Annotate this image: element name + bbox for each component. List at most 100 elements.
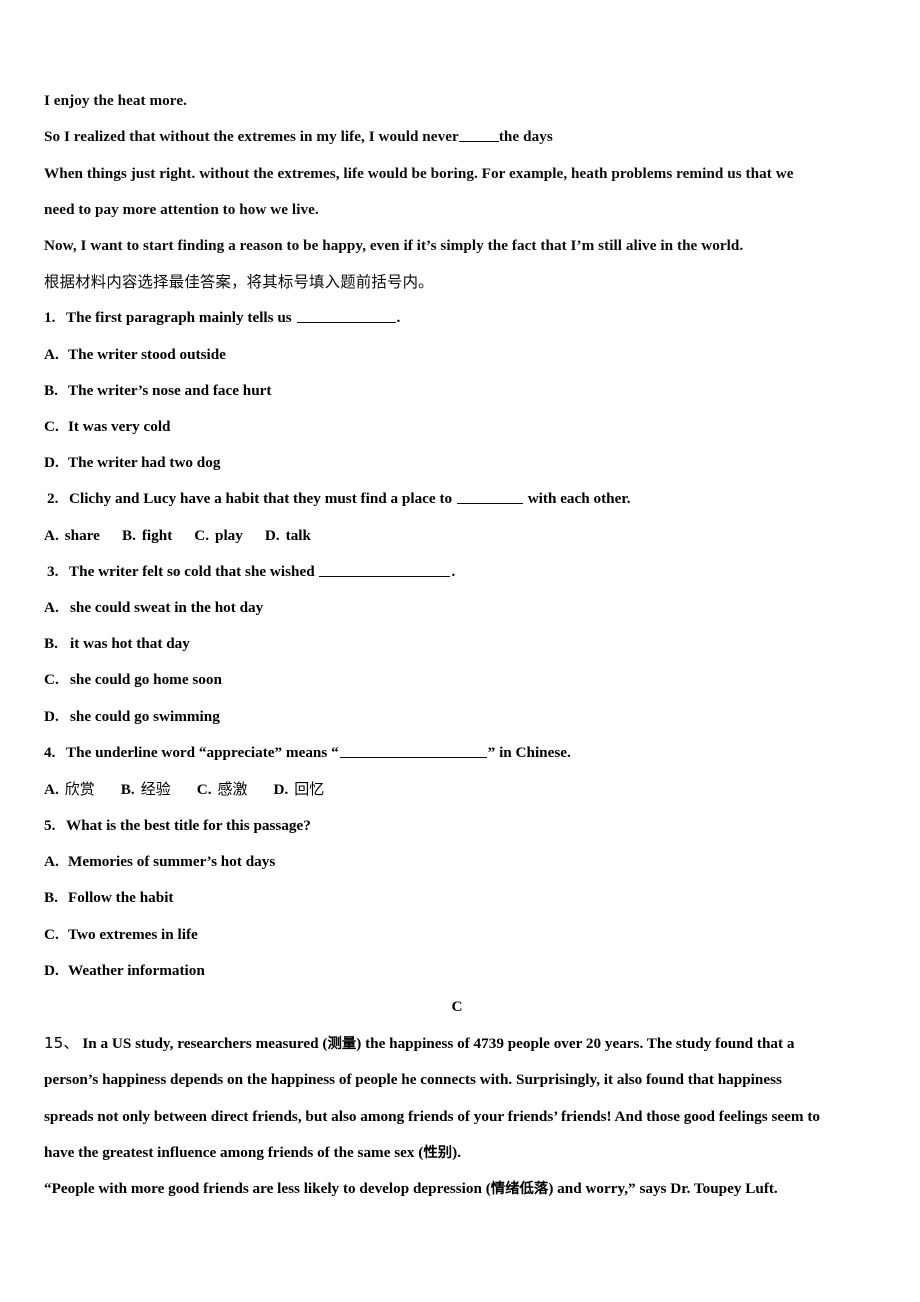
question-1-option-b[interactable]: B. The writer’s nose and face hurt — [44, 382, 880, 400]
question-2-option-a[interactable]: A. share — [44, 527, 100, 545]
option-text: she could sweat in the hot day — [70, 598, 264, 616]
question-4-text-tail: ” in Chinese. — [487, 743, 571, 761]
question-5-stem: 5. What is the best title for this passag… — [44, 817, 880, 835]
option-label: D. — [264, 526, 280, 544]
option-label: A. — [44, 853, 59, 871]
option-text: It was very cold — [68, 418, 171, 436]
option-label: A. — [44, 598, 59, 616]
option-label: C. — [44, 925, 59, 943]
question-3-option-a[interactable]: A. she could sweat in the hot day — [44, 599, 880, 617]
question-15-line-5-a: “People with more good friends are less … — [44, 1180, 491, 1198]
option-text: 感激 — [217, 779, 248, 798]
question-1-option-d[interactable]: D. The writer had two dog — [44, 454, 880, 472]
question-3-text-tail: . — [451, 562, 456, 580]
option-label: B. — [121, 526, 136, 544]
question-4-option-c[interactable]: C. 感激 — [197, 780, 248, 799]
question-2-text-tail: with each other. — [527, 490, 631, 508]
question-2-option-d[interactable]: D. talk — [265, 527, 311, 545]
option-text: Two extremes in life — [68, 925, 198, 943]
option-label: D. — [44, 961, 59, 979]
document-page: I enjoy the heat more. So I realized tha… — [0, 0, 920, 1302]
question-5-number: 5. — [44, 817, 56, 835]
question-3-text: The writer felt so cold that she wished — [69, 562, 315, 580]
option-text: 欣赏 — [64, 779, 95, 798]
question-5-option-d[interactable]: D. Weather information — [44, 962, 880, 980]
question-15-line-4-b: ). — [452, 1143, 462, 1161]
passage-line-2: So I realized that without the extremes … — [44, 128, 880, 146]
option-text: fight — [141, 526, 173, 544]
question-3-stem: 3. The writer felt so cold that she wishe… — [44, 563, 880, 581]
question-1-text: The first paragraph mainly tells us — [66, 309, 292, 327]
question-4-text: The underline word “appreciate” means “ — [66, 743, 339, 761]
passage-line-5: Now, I want to start finding a reason to… — [44, 237, 744, 255]
question-4-option-d[interactable]: D. 回忆 — [274, 780, 325, 799]
option-text: it was hot that day — [70, 635, 190, 653]
question-5-option-c[interactable]: C. Two extremes in life — [44, 926, 880, 944]
question-1-blank[interactable] — [296, 309, 396, 324]
reading-passage: I enjoy the heat more. So I realized tha… — [44, 92, 880, 255]
question-1-option-c[interactable]: C. It was very cold — [44, 418, 880, 436]
option-label: B. — [44, 381, 58, 399]
option-text: 经验 — [140, 779, 171, 798]
question-4-options: A. 欣赏 B. 经验 C. 感激 D. 回忆 — [44, 780, 880, 799]
option-label: B. — [120, 780, 135, 798]
question-15-line-5-cjk: 情绪低落 — [490, 1181, 549, 1198]
option-label: D. — [44, 707, 59, 725]
question-3-option-b[interactable]: B. it was hot that day — [44, 635, 880, 653]
question-2-option-b[interactable]: B. fight — [122, 527, 172, 545]
question-15-line-4-a: have the greatest influence among friend… — [44, 1143, 424, 1161]
question-15-number: 15、 — [44, 1034, 79, 1053]
option-text: share — [64, 526, 100, 544]
question-3-blank[interactable] — [319, 563, 451, 577]
question-2-text: Clichy and Lucy have a habit that they m… — [69, 490, 453, 508]
option-label: C. — [44, 671, 59, 689]
question-1-stem: 1. The first paragraph mainly tells us . — [44, 309, 880, 327]
passage-inline-blank[interactable] — [458, 128, 499, 143]
question-1-option-a[interactable]: A. The writer stood outside — [44, 346, 880, 364]
passage-line-3: When things just right. without the extr… — [44, 164, 794, 182]
question-3-option-c[interactable]: C. she could go home soon — [44, 671, 880, 689]
option-text: 回忆 — [294, 779, 325, 798]
passage-line-4: need to pay more attention to how we liv… — [44, 200, 319, 218]
question-15-line-1-a: In a US study, researchers measured ( — [82, 1035, 328, 1053]
option-text: Follow the habit — [68, 889, 174, 907]
question-15-line-5-b: ) and worry,” says Dr. Toupey Luft. — [548, 1180, 778, 1198]
question-4-option-a[interactable]: A. 欣赏 — [44, 780, 95, 799]
option-label: B. — [44, 635, 58, 653]
question-15-line-3: spreads not only between direct friends,… — [44, 1107, 820, 1125]
option-text: The writer had two dog — [68, 454, 221, 472]
question-1-text-tail: . — [396, 309, 401, 327]
question-2-options: A. share B. fight C. play D. talk — [44, 527, 880, 545]
option-label: D. — [273, 780, 289, 798]
option-label: C. — [194, 526, 210, 544]
question-15-line-2: person’s happiness depends on the happin… — [44, 1071, 782, 1089]
document-content: I enjoy the heat more. So I realized tha… — [44, 92, 880, 1198]
question-2-blank[interactable] — [456, 490, 523, 505]
question-15-line-4-cjk: 性别 — [423, 1144, 453, 1161]
option-text: she could go swimming — [70, 707, 220, 725]
question-3-option-d[interactable]: D. she could go swimming — [44, 708, 880, 726]
question-2-option-c[interactable]: C. play — [194, 527, 243, 545]
question-15-line-5: “People with more good friends are less … — [44, 1180, 880, 1198]
option-label: A. — [44, 526, 59, 544]
instruction-line: 根据材料内容选择最佳答案，将其标号填入题前括号内。 — [44, 273, 880, 292]
question-1-number: 1. — [44, 309, 56, 327]
option-text: talk — [285, 526, 311, 544]
question-2-stem: 2. Clichy and Lucy have a habit that they… — [44, 490, 880, 508]
passage-line-2-text-after: the days — [498, 128, 553, 146]
option-label: C. — [196, 780, 212, 798]
question-5-option-b[interactable]: B. Follow the habit — [44, 889, 880, 907]
passage-line-2-text-before: So I realized that without the extremes … — [44, 128, 459, 146]
question-15-line-4: have the greatest influence among friend… — [44, 1144, 880, 1162]
question-4-option-b[interactable]: B. 经验 — [121, 780, 171, 799]
question-4-stem: 4. The underline word “appreciate” means … — [44, 744, 880, 762]
option-label: C. — [44, 418, 59, 436]
question-4-blank[interactable] — [339, 744, 487, 758]
option-text: play — [215, 526, 243, 544]
passage-line-1: I enjoy the heat more. — [44, 92, 187, 109]
option-label: D. — [44, 454, 59, 472]
question-15-line-1: 15、 In a US study, researchers measured … — [44, 1034, 880, 1053]
option-label: B. — [44, 889, 58, 907]
question-5-option-a[interactable]: A. Memories of summer’s hot days — [44, 853, 880, 871]
option-text: Memories of summer’s hot days — [68, 853, 276, 871]
